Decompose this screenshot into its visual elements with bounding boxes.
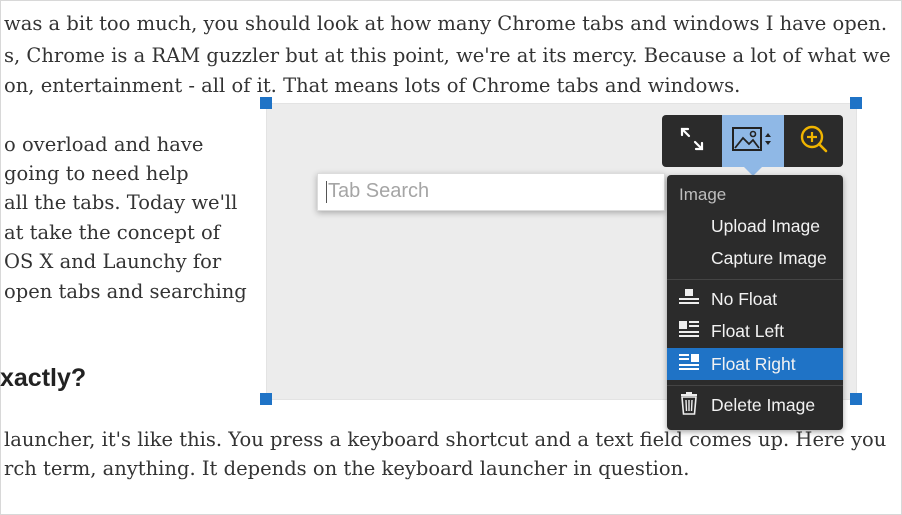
float-right-icon [678,353,700,376]
article-line: OS X and Launchy for [4,250,222,273]
menu-item-label: Capture Image [711,247,827,268]
trash-icon [679,391,699,420]
article-line: at take the concept of [4,221,220,244]
expand-arrows-icon [679,126,705,156]
article-line: o overload and have [4,133,204,156]
article-line: rch term, anything. It depends on the ke… [4,457,690,480]
resize-handle-bottom-right[interactable] [850,393,862,405]
no-float-icon [678,288,700,311]
menu-item-label: Delete Image [711,394,816,415]
menu-separator [667,385,843,386]
image-options-button[interactable] [722,115,784,167]
zoom-button[interactable] [784,115,843,167]
tab-search-placeholder: Tab Search [328,180,430,202]
image-toolbar [662,115,843,167]
resize-handle-top-left[interactable] [260,97,272,109]
menu-item-float-right[interactable]: Float Right [667,348,843,380]
menu-item-no-float[interactable]: No Float [667,283,843,315]
resize-handle-top-right[interactable] [850,97,862,109]
menu-title: Image [679,185,727,204]
article-line: s, Chrome is a RAM guzzler but at this p… [4,44,891,67]
menu-item-delete-image[interactable]: Delete Image [667,389,843,421]
text-caret [326,181,327,203]
menu-item-capture-image[interactable]: Capture Image [667,242,843,274]
menu-item-label: Float Left [711,320,784,341]
article-line: all the tabs. Today we'll [4,191,238,214]
article-line: on, entertainment - all of it. That mean… [4,74,741,97]
menu-item-upload-image[interactable]: Upload Image [667,210,843,242]
expand-button[interactable] [662,115,722,167]
image-dropdown-icon [731,125,775,157]
zoom-in-icon [799,124,829,158]
article-line: was a bit too much, you should look at h… [4,12,888,35]
tab-search-field: Tab Search [317,173,665,211]
float-left-icon [678,320,700,343]
article-line: open tabs and searching [4,280,247,303]
menu-separator [667,279,843,280]
menu-item-float-left[interactable]: Float Left [667,315,843,347]
menu-item-label: Upload Image [711,215,820,236]
resize-handle-bottom-left[interactable] [260,393,272,405]
article-line: going to need help [4,162,189,185]
section-heading: xactly? [0,364,87,392]
menu-item-label: No Float [711,288,778,309]
image-menu: Image Upload Image Capture Image No Floa… [667,175,843,430]
menu-item-label: Float Right [711,353,796,374]
